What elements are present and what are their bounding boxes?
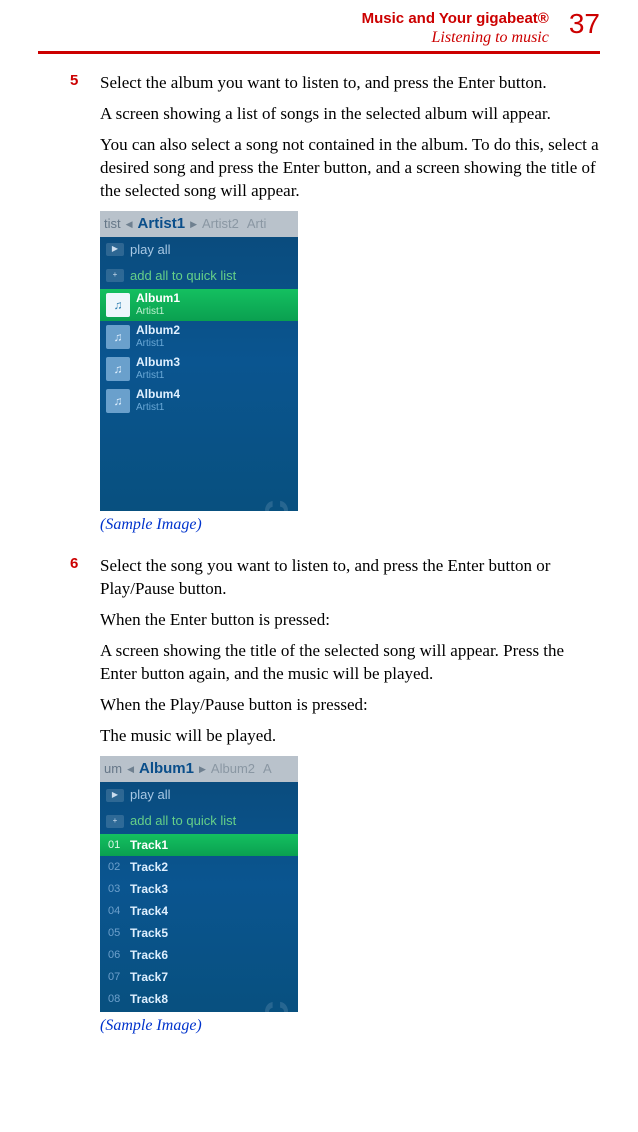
track-row: 02 Track2 (100, 856, 298, 878)
step-number: 6 (70, 555, 100, 1050)
breadcrumb: tist ◀ Artist1 ▶ Artist2 Arti (100, 211, 298, 237)
track-row: 05 Track5 (100, 922, 298, 944)
music-note-icon: ♫ (106, 293, 130, 317)
side-watermark: music (245, 501, 298, 511)
track-row: 04 Track4 (100, 900, 298, 922)
track-row: 01 Track1 (100, 834, 298, 856)
play-all-row: ▶ play all (100, 782, 298, 808)
track-name: Track6 (130, 947, 168, 963)
breadcrumb-prev: tist (100, 211, 125, 237)
play-all-row: ▶ play all (100, 237, 298, 263)
album-item: ♫ Album1Artist1 (100, 289, 298, 321)
step-6-p2: When the Enter button is pressed: (100, 609, 600, 632)
album-artist: Artist1 (136, 370, 164, 381)
track-name: Track4 (130, 903, 168, 919)
album-item: ♫ Album3Artist1 (100, 353, 298, 385)
breadcrumb-prev: um (100, 756, 126, 782)
album-name: Album3 (136, 356, 180, 369)
chevron-right-icon: ▶ (190, 218, 197, 230)
album-name: Album4 (136, 388, 180, 401)
track-name: Track3 (130, 881, 168, 897)
add-all-row: + add all to quick list (100, 263, 298, 289)
album-item: ♫ Album4Artist1 (100, 385, 298, 417)
play-all-label: play all (130, 241, 170, 259)
track-number: 02 (108, 860, 124, 875)
add-icon: + (106, 815, 124, 828)
track-number: 03 (108, 882, 124, 897)
track-name: Track8 (130, 991, 168, 1007)
step-5: 5 Select the album you want to listen to… (70, 72, 600, 549)
play-icon: ▶ (106, 243, 124, 256)
chevron-right-icon: ▶ (199, 763, 206, 775)
play-icon: ▶ (106, 789, 124, 802)
sample-screenshot-tracks: um ◀ Album1 ▶ Album2 A ▶ play all + add … (100, 756, 298, 1012)
breadcrumb-next: Album2 (207, 756, 259, 782)
add-icon: + (106, 269, 124, 282)
breadcrumb-active: Album1 (135, 756, 198, 782)
add-all-row: + add all to quick list (100, 808, 298, 834)
breadcrumb-next2: Arti (243, 211, 271, 237)
track-number: 07 (108, 970, 124, 985)
breadcrumb-active: Artist1 (134, 211, 190, 237)
sample-screenshot-albums: tist ◀ Artist1 ▶ Artist2 Arti ▶ play all… (100, 211, 298, 511)
album-artist: Artist1 (136, 402, 164, 413)
track-number: 01 (108, 838, 124, 853)
music-note-icon: ♫ (106, 325, 130, 349)
track-name: Track7 (130, 969, 168, 985)
track-name: Track2 (130, 859, 168, 875)
album-artist: Artist1 (136, 338, 164, 349)
track-number: 05 (108, 926, 124, 941)
album-artist: Artist1 (136, 306, 164, 317)
step-6-p1: Select the song you want to listen to, a… (100, 555, 600, 601)
step-6-p5: The music will be played. (100, 725, 600, 748)
page-header: Music and Your gigabeat® Listening to mu… (38, 10, 600, 47)
step-number: 5 (70, 72, 100, 549)
breadcrumb-next: Artist2 (198, 211, 243, 237)
step-6-p3: A screen showing the title of the select… (100, 640, 600, 686)
track-row: 03 Track3 (100, 878, 298, 900)
sample-caption: (Sample Image) (100, 1015, 600, 1037)
step-5-p3: You can also select a song not contained… (100, 134, 600, 203)
chevron-left-icon: ◀ (126, 218, 133, 230)
step-5-p1: Select the album you want to listen to, … (100, 72, 600, 95)
album-name: Album1 (136, 292, 180, 305)
step-6-p4: When the Play/Pause button is pressed: (100, 694, 600, 717)
album-name: Album2 (136, 324, 180, 337)
section-subtitle: Listening to music (362, 28, 549, 47)
step-5-p2: A screen showing a list of songs in the … (100, 103, 600, 126)
header-rule (38, 51, 600, 54)
track-number: 08 (108, 992, 124, 1007)
add-all-label: add all to quick list (130, 267, 236, 285)
page-number: 37 (569, 10, 600, 38)
track-row: 07 Track7 (100, 966, 298, 988)
breadcrumb: um ◀ Album1 ▶ Album2 A (100, 756, 298, 782)
breadcrumb-next2: A (259, 756, 276, 782)
album-item: ♫ Album2Artist1 (100, 321, 298, 353)
track-name: Track5 (130, 925, 168, 941)
music-note-icon: ♫ (106, 357, 130, 381)
side-watermark: music (245, 1002, 298, 1012)
track-name: Track1 (130, 837, 168, 853)
play-all-label: play all (130, 786, 170, 804)
step-6: 6 Select the song you want to listen to,… (70, 555, 600, 1050)
section-title: Music and Your gigabeat® (362, 10, 549, 28)
track-row: 06 Track6 (100, 944, 298, 966)
chevron-left-icon: ◀ (127, 763, 134, 775)
music-note-icon: ♫ (106, 389, 130, 413)
track-number: 06 (108, 948, 124, 963)
track-number: 04 (108, 904, 124, 919)
add-all-label: add all to quick list (130, 812, 236, 830)
sample-caption: (Sample Image) (100, 514, 600, 536)
